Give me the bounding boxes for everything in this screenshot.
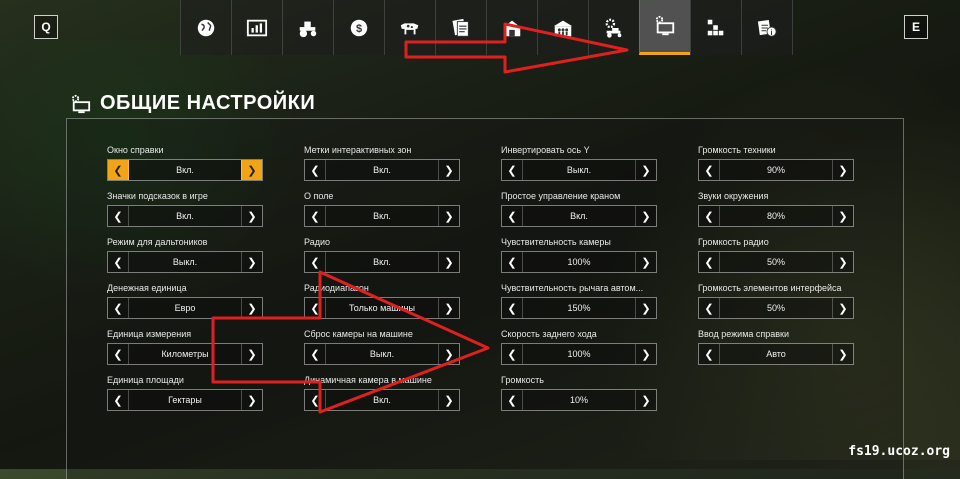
red-arrow-top (404, 22, 629, 74)
annotation-arrows (211, 22, 629, 414)
red-arrow-center (211, 270, 490, 414)
